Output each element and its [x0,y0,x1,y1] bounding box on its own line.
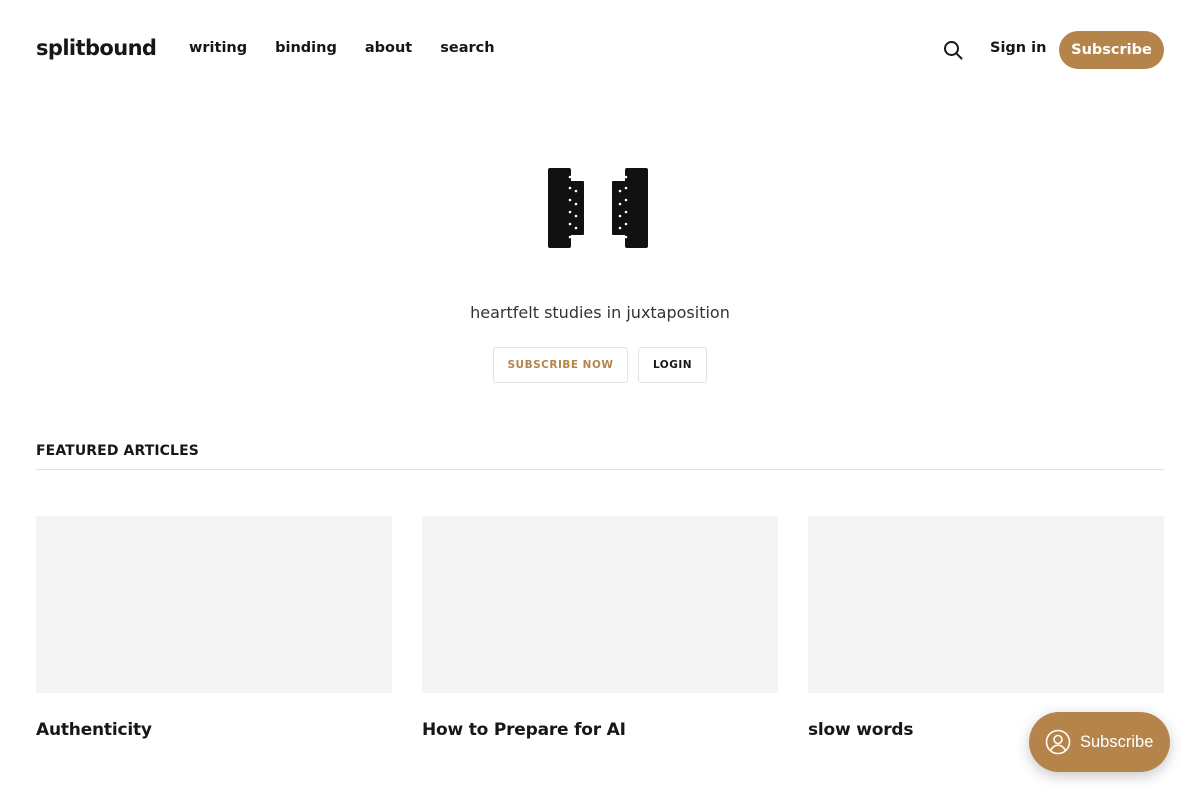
nav-item-binding[interactable]: binding [275,40,337,56]
article-card: Authenticity [36,516,392,740]
featured-articles-heading: FEATURED ARTICLES [36,443,199,459]
article-title[interactable]: How to Prepare for AI [422,720,778,740]
signin-link[interactable]: Sign in [990,40,1046,56]
subscribe-now-button[interactable]: SUBSCRIBE NOW [493,347,628,383]
login-button[interactable]: LOGIN [638,347,707,383]
nav-item-writing[interactable]: writing [189,40,247,56]
portal-subscribe-label: Subscribe [1080,732,1154,751]
search-icon[interactable] [941,38,965,62]
portal-subscribe-button[interactable]: Subscribe [1029,712,1170,772]
article-card: How to Prepare for AI [422,516,778,740]
article-image-placeholder[interactable] [808,516,1164,693]
nav-item-search[interactable]: search [440,40,494,56]
split-hinge-logo-icon [546,167,650,249]
subscribe-button[interactable]: Subscribe [1059,31,1164,69]
featured-divider [36,469,1164,470]
article-title[interactable]: Authenticity [36,720,392,740]
account-circle-icon [1045,729,1071,755]
site-header: splitbound writing binding about search … [0,0,1200,100]
article-image-placeholder[interactable] [422,516,778,693]
hero-actions: SUBSCRIBE NOW LOGIN [493,347,707,383]
article-card: slow words [808,516,1164,740]
site-tagline: heartfelt studies in juxtaposition [470,303,730,322]
article-image-placeholder[interactable] [36,516,392,693]
main-nav: writing binding about search [189,40,523,56]
site-brand[interactable]: splitbound [36,36,157,60]
nav-item-about[interactable]: about [365,40,412,56]
